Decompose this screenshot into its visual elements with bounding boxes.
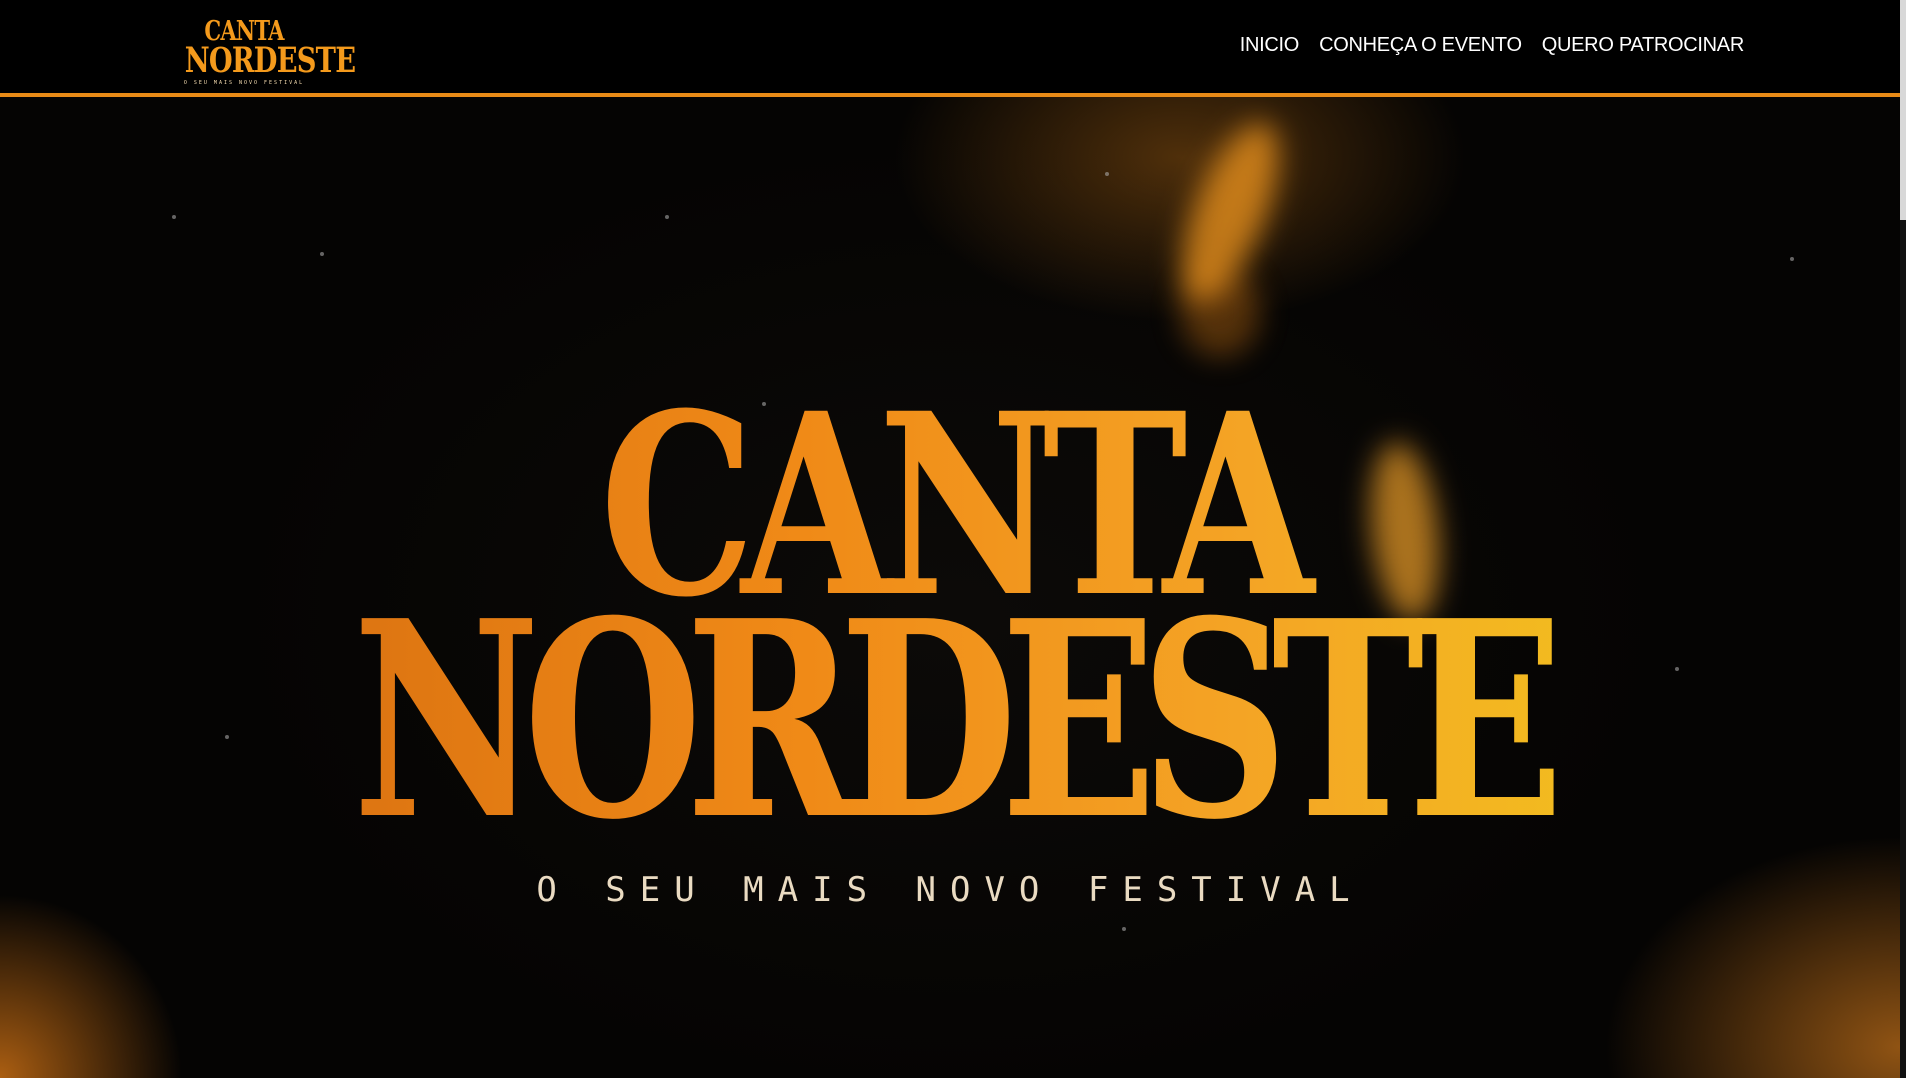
particle xyxy=(1105,172,1109,176)
nav-inicio[interactable]: INICIO xyxy=(1240,34,1300,57)
particle xyxy=(1122,927,1126,931)
particle xyxy=(1790,257,1794,261)
particle xyxy=(172,215,176,219)
scrollbar-thumb[interactable] xyxy=(1900,0,1906,220)
logo-text-nordeste: NORDESTE xyxy=(184,40,356,81)
main-nav: INICIO CONHEÇA O EVENTO QUERO PATROCINAR xyxy=(1240,34,1745,57)
nav-conheca-o-evento[interactable]: CONHEÇA O EVENTO xyxy=(1319,34,1522,57)
particle xyxy=(320,252,324,256)
site-header: CANTA NORDESTE O SEU MAIS NOVO FESTIVAL … xyxy=(0,0,1900,94)
hero-banner: CANTA NORDESTE O SEU MAIS NOVO FESTIVAL xyxy=(0,97,1900,1078)
particle xyxy=(1675,667,1679,671)
page-scrollbar[interactable] xyxy=(1900,0,1906,1078)
site-logo[interactable]: CANTA NORDESTE O SEU MAIS NOVO FESTIVAL xyxy=(168,16,356,90)
particle xyxy=(665,215,669,219)
hero-title-nordeste: NORDESTE xyxy=(228,585,1672,855)
nav-quero-patrocinar[interactable]: QUERO PATROCINAR xyxy=(1542,34,1745,57)
hero-tagline: O SEU MAIS NOVO FESTIVAL xyxy=(536,870,1364,910)
